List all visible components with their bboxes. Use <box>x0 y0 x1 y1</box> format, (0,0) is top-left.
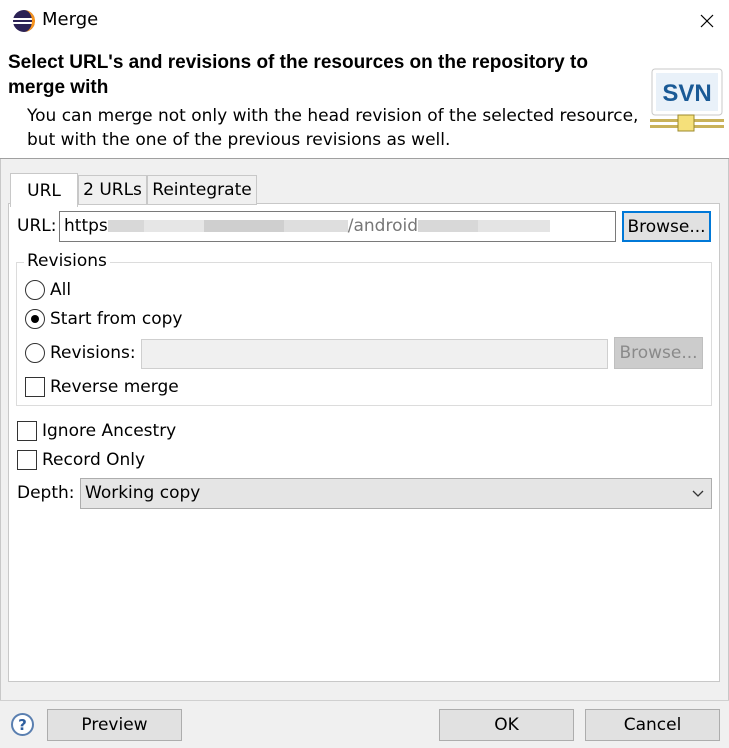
radio-start-from-copy[interactable] <box>25 309 45 329</box>
record-only-checkbox[interactable] <box>17 450 37 470</box>
url-input[interactable]: https/android <box>59 211 616 242</box>
radio-revisions[interactable] <box>25 343 45 363</box>
redacted-block <box>478 220 551 232</box>
cancel-label: Cancel <box>623 715 682 735</box>
close-icon[interactable] <box>699 13 715 29</box>
tab-reintegrate[interactable]: Reintegrate <box>147 175 257 205</box>
url-browse-label: Browse... <box>627 216 706 237</box>
revisions-browse-button: Browse... <box>614 337 703 369</box>
ok-button[interactable]: OK <box>439 709 574 741</box>
reverse-merge-checkbox[interactable] <box>25 377 45 397</box>
preview-label: Preview <box>81 715 148 735</box>
revisions-browse-label: Browse... <box>619 343 698 363</box>
url-value-suffix: /android <box>347 216 419 236</box>
redacted-block <box>203 220 284 232</box>
redacted-block <box>107 220 144 232</box>
reverse-merge-label[interactable]: Reverse merge <box>50 377 179 397</box>
radio-start-from-copy-label[interactable]: Start from copy <box>50 309 183 329</box>
tab-url[interactable]: URL <box>10 173 78 207</box>
preview-button[interactable]: Preview <box>47 709 182 741</box>
ok-label: OK <box>494 715 519 735</box>
window-title: Merge <box>42 9 99 30</box>
dialog-header: Select URL's and revisions of the resour… <box>0 42 729 159</box>
tab-2-urls-label: 2 URLs <box>83 180 142 200</box>
depth-select-value: Working copy <box>85 483 201 503</box>
help-icon[interactable]: ? <box>11 713 34 736</box>
revisions-group-title: Revisions <box>24 251 110 271</box>
redacted-block <box>143 220 204 232</box>
header-description: You can merge not only with the head rev… <box>27 106 639 150</box>
redacted-block <box>283 220 348 232</box>
chevron-down-icon[interactable] <box>690 486 706 502</box>
close-button[interactable] <box>684 0 729 42</box>
depth-select[interactable]: Working copy <box>80 478 712 509</box>
url-label: URL: <box>17 216 57 236</box>
tab-reintegrate-label: Reintegrate <box>152 180 252 200</box>
svn-logo: SVN <box>650 68 724 132</box>
svn-logo-text: SVN <box>662 80 711 107</box>
ignore-ancestry-label[interactable]: Ignore Ancestry <box>42 421 176 441</box>
title-bar: Merge <box>0 0 729 42</box>
url-browse-button[interactable]: Browse... <box>622 211 711 242</box>
tab-url-label: URL <box>27 180 61 201</box>
url-value-prefix: https <box>64 216 108 236</box>
revisions-input <box>141 339 608 369</box>
cancel-button[interactable]: Cancel <box>585 709 720 741</box>
tab-2-urls[interactable]: 2 URLs <box>78 175 147 205</box>
depth-label: Depth: <box>17 483 75 503</box>
record-only-label[interactable]: Record Only <box>42 450 145 470</box>
radio-revisions-label[interactable]: Revisions: <box>50 343 136 363</box>
ignore-ancestry-checkbox[interactable] <box>17 421 37 441</box>
header-title: Select URL's and revisions of the resour… <box>8 52 588 98</box>
eclipse-icon <box>13 10 35 32</box>
radio-all-label[interactable]: All <box>50 280 71 300</box>
radio-all[interactable] <box>25 280 45 300</box>
help-symbol: ? <box>18 715 27 734</box>
redacted-block <box>418 220 479 232</box>
